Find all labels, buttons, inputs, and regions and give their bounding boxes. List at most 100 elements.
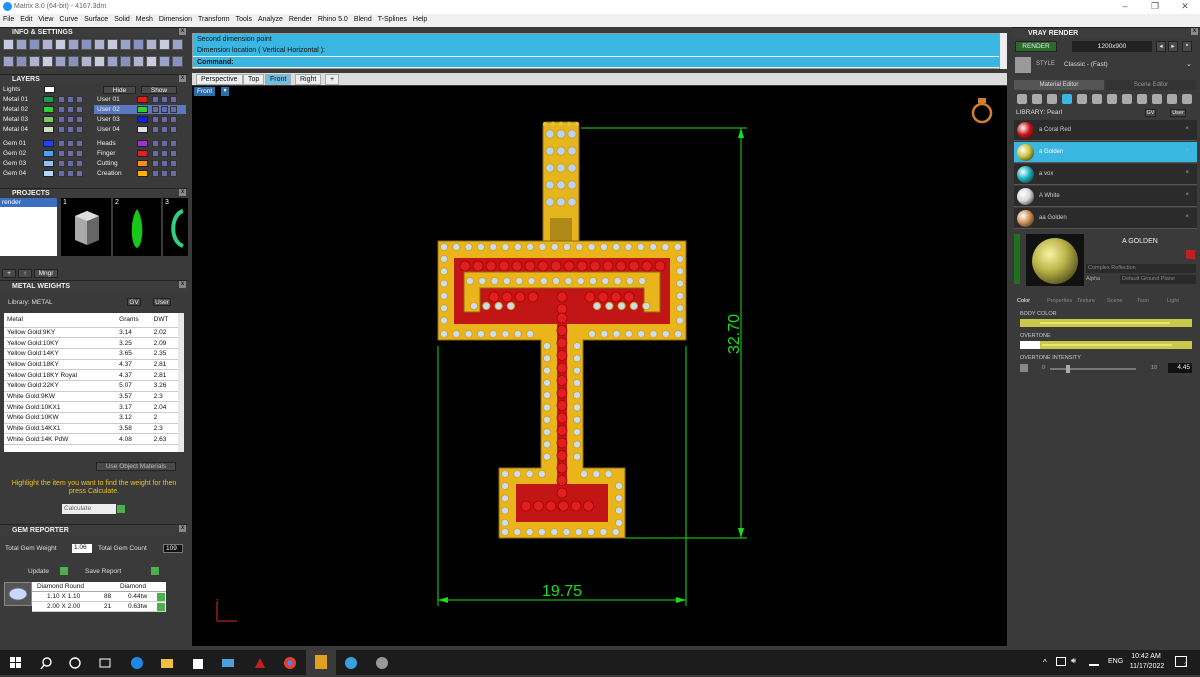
layer-row[interactable]: Gem 01 [0, 139, 92, 148]
edge-icon[interactable] [129, 655, 145, 671]
layer-row[interactable]: Metal 01 [0, 95, 92, 104]
calculate-button[interactable] [117, 505, 125, 513]
material-tool-icon[interactable] [1167, 94, 1177, 104]
toolbar-tool-icon[interactable] [107, 56, 118, 67]
layer-toggle-icon[interactable] [67, 96, 74, 103]
style-select[interactable]: Classic - (Fast) [1064, 61, 1108, 68]
layer-toggle-icon[interactable] [170, 140, 177, 147]
metal-table-row[interactable]: White Gold:10KX1 3.17 2.04 [4, 401, 178, 413]
cortana-icon[interactable] [67, 655, 83, 671]
menu-item[interactable]: Blend [351, 14, 375, 23]
layer-row[interactable]: Creation [94, 169, 186, 178]
remove-material-icon[interactable]: × [1185, 192, 1189, 198]
material-item[interactable]: a Golden × [1014, 142, 1197, 163]
layer-color-swatch[interactable] [137, 170, 148, 177]
toolbar-tool-icon[interactable] [29, 56, 40, 67]
layer-row[interactable]: User 02 [94, 105, 186, 114]
layer-toggle-icon[interactable] [161, 150, 168, 157]
tab-material-property[interactable]: Texture [1077, 296, 1095, 307]
resolution-field[interactable]: 1200x900 [1072, 41, 1152, 52]
tab-view[interactable]: Right [295, 74, 322, 85]
layer-toggle-icon[interactable] [76, 106, 83, 113]
toolbar-tool-icon[interactable] [42, 39, 53, 50]
wifi-icon[interactable] [1089, 657, 1099, 666]
metal-table-row[interactable]: White Gold:14KX1 3.58 2.3 [4, 423, 178, 435]
material-tool-icon[interactable] [1107, 94, 1117, 104]
layer-color-swatch[interactable] [43, 160, 54, 167]
ring-gizmo-icon[interactable] [971, 98, 993, 124]
user-button[interactable]: User [1170, 109, 1186, 117]
gv-button[interactable]: GV [127, 298, 141, 306]
user-button[interactable]: User [153, 298, 171, 306]
toolbar-tool-icon[interactable] [42, 56, 53, 67]
hide-button[interactable]: Hide [103, 86, 136, 94]
gv-button[interactable]: GV [1145, 109, 1156, 117]
gem-select-button[interactable] [157, 593, 165, 601]
tab-material-property[interactable]: Scene [1107, 296, 1123, 307]
menu-item[interactable]: Solid [111, 14, 133, 23]
metal-column-header[interactable]: DWT [150, 313, 178, 328]
toolbar-tool-icon[interactable] [3, 56, 14, 67]
taskbar-active-app[interactable] [306, 650, 336, 675]
layer-toggle-icon[interactable] [152, 140, 159, 147]
layer-color-swatch[interactable] [43, 170, 54, 177]
layer-color-swatch[interactable] [137, 150, 148, 157]
intensity-slider[interactable] [1050, 365, 1136, 373]
language-indicator[interactable]: ENG [1108, 658, 1123, 665]
layer-toggle-icon[interactable] [152, 160, 159, 167]
menu-item[interactable]: Transform [195, 14, 233, 23]
settings-icon[interactable]: ▪ [1182, 41, 1192, 52]
store-icon[interactable] [190, 655, 206, 671]
task-view-icon[interactable] [97, 655, 113, 671]
resolution-next-icon[interactable]: ▸ [1168, 41, 1178, 52]
close-icon[interactable]: x [179, 281, 186, 288]
material-tool-icon[interactable] [1182, 94, 1192, 104]
layer-toggle-icon[interactable] [58, 116, 65, 123]
layer-toggle-icon[interactable] [58, 160, 65, 167]
close-icon[interactable]: x [179, 525, 186, 532]
tab-material-editor[interactable]: Material Editor [1014, 80, 1104, 90]
search-icon[interactable] [38, 655, 54, 671]
layer-toggle-icon[interactable] [76, 150, 83, 157]
layer-color-swatch[interactable] [43, 126, 54, 133]
layer-toggle-icon[interactable] [161, 170, 168, 177]
menu-item[interactable]: Render [286, 14, 315, 23]
viewport-front[interactable]: Front ▾ 32.70 19.75 z [192, 86, 1007, 646]
layer-color-swatch[interactable] [43, 96, 54, 103]
layer-toggle-icon[interactable] [170, 126, 177, 133]
layer-color-swatch[interactable] [137, 126, 148, 133]
close-icon[interactable]: x [1191, 28, 1198, 35]
layer-toggle-icon[interactable] [161, 116, 168, 123]
tab-view[interactable]: Perspective [196, 74, 243, 85]
maximize-button[interactable]: ❐ [1145, 1, 1165, 12]
minimize-button[interactable]: – [1115, 1, 1135, 11]
metal-table-row[interactable]: Yellow Gold:18KY Royal 4.37 2.81 [4, 369, 178, 381]
layer-toggle-icon[interactable] [152, 126, 159, 133]
toolbar-tool-icon[interactable] [120, 56, 131, 67]
layer-color-swatch[interactable] [137, 106, 148, 113]
layer-toggle-icon[interactable] [170, 150, 177, 157]
project-thumb-1[interactable]: 1 [61, 198, 111, 256]
layer-toggle-icon[interactable] [58, 106, 65, 113]
material-tool-icon[interactable] [1077, 94, 1087, 104]
tray-chevron-icon[interactable]: ^ [1043, 658, 1047, 667]
project-item-render[interactable]: render [0, 198, 57, 207]
layer-toggle-icon[interactable] [58, 170, 65, 177]
toolbar-tool-icon[interactable] [133, 56, 144, 67]
layer-row[interactable]: User 04 [94, 125, 186, 134]
layer-toggle-icon[interactable] [76, 170, 83, 177]
chevron-down-icon[interactable]: ⌄ [1186, 60, 1192, 68]
tab-material-property[interactable]: Light [1167, 296, 1179, 307]
menu-item[interactable]: Mesh [133, 14, 156, 23]
layer-toggle-icon[interactable] [170, 160, 177, 167]
layer-toggle-icon[interactable] [58, 126, 65, 133]
toolbar-tool-icon[interactable] [16, 56, 27, 67]
layer-toggle-icon[interactable] [58, 96, 65, 103]
layer-row[interactable]: Metal 03 [0, 115, 92, 124]
windows-start-icon[interactable] [8, 655, 24, 671]
layer-toggle-icon[interactable] [76, 116, 83, 123]
calculate-field[interactable]: Calculate [62, 504, 116, 514]
toolbar-tool-icon[interactable] [146, 39, 157, 50]
use-object-materials-checkbox[interactable]: Use Object Materials [96, 462, 176, 471]
layer-toggle-icon[interactable] [76, 96, 83, 103]
